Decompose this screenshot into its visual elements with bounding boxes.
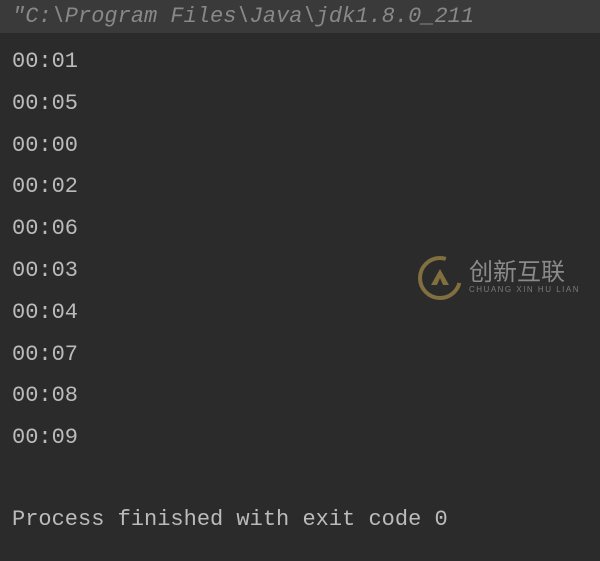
- output-line: 00:07: [12, 334, 588, 376]
- output-line: 00:06: [12, 208, 588, 250]
- output-line: 00:01: [12, 41, 588, 83]
- command-header: "C:\Program Files\Java\jdk1.8.0_211: [0, 0, 600, 33]
- command-text: "C:\Program Files\Java\jdk1.8.0_211: [12, 4, 474, 29]
- output-line: 00:02: [12, 166, 588, 208]
- output-line: 00:09: [12, 417, 588, 459]
- output-line: 00:08: [12, 375, 588, 417]
- console-output: 00:01 00:05 00:00 00:02 00:06 00:03 00:0…: [0, 33, 600, 549]
- exit-message: Process finished with exit code 0: [12, 499, 588, 541]
- output-line: 00:04: [12, 292, 588, 334]
- output-line: 00:03: [12, 250, 588, 292]
- output-line: 00:00: [12, 125, 588, 167]
- output-line: 00:05: [12, 83, 588, 125]
